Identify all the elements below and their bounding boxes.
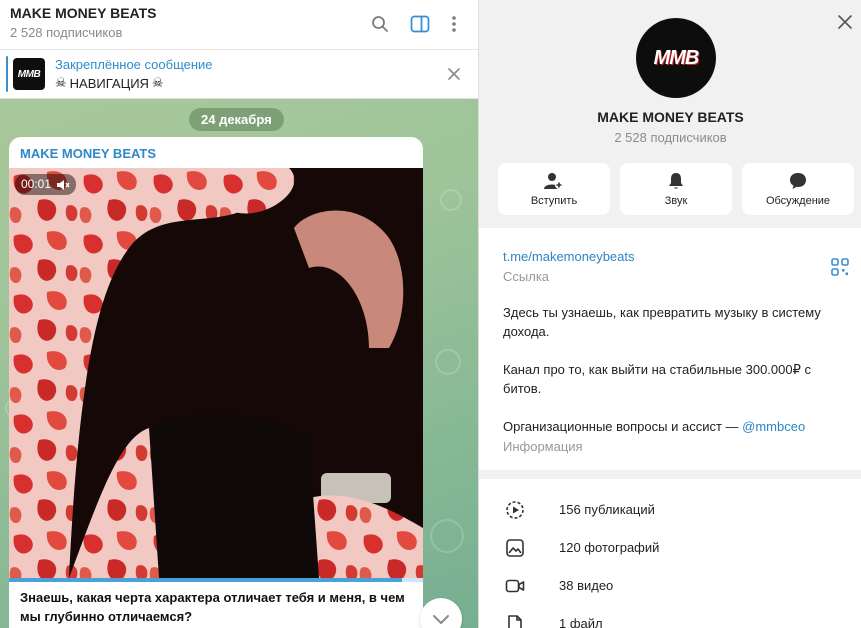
post-caption: Знаешь, какая черта характера отличает т… [20, 590, 405, 624]
video-time: 00:01 [21, 177, 52, 191]
mask-emoji-icon: ☠ [55, 75, 67, 90]
discussion-label: Обсуждение [765, 194, 831, 207]
pinned-indicator [6, 56, 8, 92]
stat-photos[interactable]: 120 фотографий [479, 529, 861, 567]
video-timer[interactable]: 00:01 [15, 174, 77, 195]
mention-link[interactable]: @mmbceo [742, 419, 805, 434]
description-p1: Здесь ты узнаешь, как превратить музыку … [503, 305, 821, 339]
pinned-thumbnail: MMB [13, 58, 45, 90]
pinned-thumb-logo: MMB [17, 68, 41, 80]
join-button[interactable]: Вступить [498, 163, 610, 215]
description-p3: Организационные вопросы и ассист — @mmbc… [503, 417, 843, 436]
unpin-button[interactable] [444, 64, 464, 84]
add-user-icon [544, 172, 563, 189]
stat-files-label: 1 файл [559, 616, 603, 628]
description-p2: Канал про то, как выйти на стабильные 30… [503, 362, 811, 396]
link-label: Ссылка [503, 269, 550, 284]
more-icon [452, 16, 456, 32]
date-separator: 24 декабря [189, 108, 284, 131]
sidebar-toggle-icon [410, 15, 430, 33]
channel-info-panel: MMB MAKE MONEY BEATS 2 528 подписчиков В… [478, 0, 861, 628]
sidebar-toggle-button[interactable] [407, 11, 433, 37]
video-progress-fill [9, 578, 403, 582]
qr-code-icon[interactable] [831, 258, 849, 276]
avatar-logo: MMB [653, 46, 700, 69]
discussion-button[interactable]: Обсуждение [742, 163, 854, 215]
stat-videos-label: 38 видео [559, 578, 614, 593]
channel-subscribers: 2 528 подписчиков [614, 130, 727, 145]
close-icon [448, 68, 460, 80]
video-icon [505, 579, 525, 593]
stat-publications[interactable]: 156 публикаций [479, 491, 861, 529]
chat-title[interactable]: MAKE MONEY BEATS [10, 5, 157, 21]
post-video[interactable]: 00:01 [9, 168, 423, 578]
chat-subscribers: 2 528 подписчиков [10, 25, 123, 40]
video-frame [9, 168, 423, 578]
chat-header: MAKE MONEY BEATS 2 528 подписчиков [0, 0, 478, 50]
info-header: MMB MAKE MONEY BEATS 2 528 подписчиков В… [479, 0, 861, 228]
channel-link[interactable]: t.me/makemoneybeats [503, 249, 635, 264]
search-icon [372, 16, 388, 32]
pinned-title: Закреплённое сообщение [55, 57, 213, 72]
stat-photos-label: 120 фотографий [559, 540, 660, 555]
muted-icon [57, 179, 70, 190]
description-p3-text: Организационные вопросы и ассист — [503, 419, 743, 434]
media-stats: 156 публикаций 120 фотографий 38 видео 1… [479, 479, 861, 628]
mask-emoji-icon: ☠ [151, 75, 164, 90]
about-card: t.me/makemoneybeats Ссылка Здесь ты узна… [479, 228, 861, 470]
stat-publications-label: 156 публикаций [559, 502, 655, 517]
video-progress-bar[interactable] [9, 578, 423, 582]
photo-icon [506, 539, 524, 557]
scroll-down-button[interactable] [420, 598, 462, 628]
close-icon [838, 15, 852, 29]
telegram-window: MAKE MONEY BEATS 2 528 подписчиков MMB З… [0, 0, 861, 628]
sound-label: Звук [664, 194, 688, 207]
chat-column: MAKE MONEY BEATS 2 528 подписчиков MMB З… [0, 0, 478, 628]
channel-post: MAKE MONEY BEATS 00:01 Знаешь, какая чер… [9, 137, 423, 628]
channel-name: MAKE MONEY BEATS [597, 109, 744, 125]
info-label: Информация [503, 439, 583, 454]
post-author[interactable]: MAKE MONEY BEATS [20, 146, 156, 161]
chevron-down-icon [433, 615, 449, 624]
pinned-text-row: ☠ НАВИГАЦИЯ ☠ [55, 75, 164, 91]
stat-videos[interactable]: 38 видео [479, 567, 861, 605]
chat-wallpaper: 24 декабря MAKE MONEY BEATS 00:01 Знаешь… [0, 99, 478, 628]
sound-button[interactable]: Звук [620, 163, 732, 215]
search-button[interactable] [367, 11, 393, 37]
close-info-button[interactable] [834, 11, 856, 33]
bell-icon [669, 172, 683, 189]
file-icon [508, 615, 522, 628]
pinned-message[interactable]: MMB Закреплённое сообщение ☠ НАВИГАЦИЯ ☠ [0, 50, 478, 99]
more-button[interactable] [441, 11, 467, 37]
channel-avatar[interactable]: MMB [636, 18, 716, 98]
stat-files[interactable]: 1 файл [479, 605, 861, 628]
join-label: Вступить [530, 194, 578, 207]
chat-icon [790, 172, 806, 189]
publications-icon [506, 501, 524, 519]
pinned-text: НАВИГАЦИЯ [69, 75, 149, 91]
